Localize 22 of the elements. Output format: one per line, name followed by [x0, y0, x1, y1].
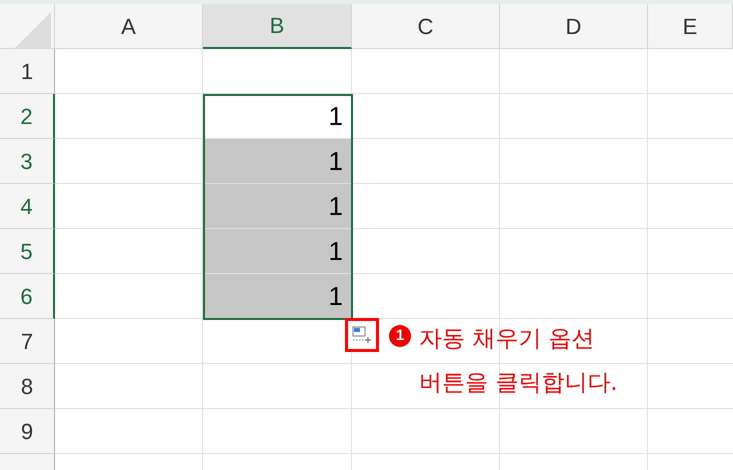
row-header[interactable]: 3	[0, 139, 55, 184]
row-header[interactable]: 5	[0, 229, 55, 274]
select-all-corner[interactable]	[0, 4, 55, 49]
cell[interactable]: 1	[203, 139, 351, 183]
cell[interactable]: 1	[203, 229, 351, 273]
cell[interactable]: 1	[203, 184, 351, 228]
row-header[interactable]: 7	[0, 319, 55, 364]
row-header[interactable]: 9	[0, 409, 55, 454]
row-header[interactable]: 6	[0, 274, 55, 319]
cell[interactable]: 1	[203, 274, 351, 318]
row-header[interactable]: 2	[0, 94, 55, 139]
annotation-text: 자동 채우기 옵션 버튼을 클릭합니다.	[419, 325, 618, 398]
column-header[interactable]: D	[500, 4, 648, 49]
row-header[interactable]: 4	[0, 184, 55, 229]
step-number-badge: 1	[389, 325, 411, 347]
column-header[interactable]: C	[352, 4, 500, 49]
auto-fill-options-button[interactable]	[345, 318, 379, 352]
column-header[interactable]: B	[203, 4, 352, 49]
row-header[interactable]: 8	[0, 364, 55, 409]
auto-fill-icon	[352, 326, 372, 344]
row-header[interactable]: 1	[0, 49, 55, 94]
column-header[interactable]: E	[648, 4, 733, 49]
